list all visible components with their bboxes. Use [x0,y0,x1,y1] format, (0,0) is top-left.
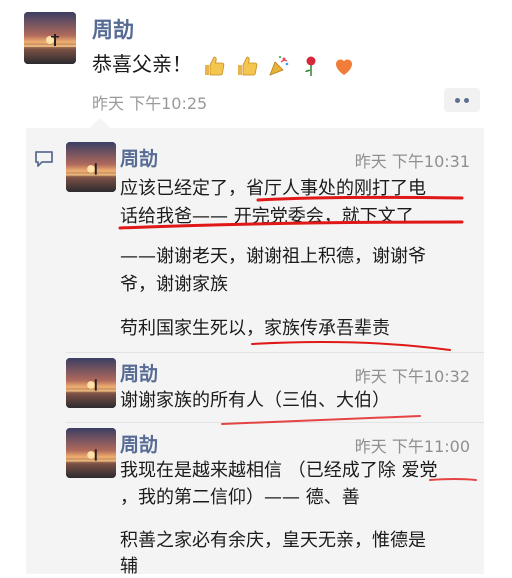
divider [66,422,484,423]
comment-text-line: 积善之家必有余庆，皇天无亲，惟德是 [120,530,426,551]
comment-author-name[interactable]: 周劼 [120,144,158,171]
sunset-avatar-image [66,428,116,478]
avatar[interactable] [66,358,116,408]
post-author-name[interactable]: 周劼 [92,14,134,44]
post-content: 恭喜父亲！ [92,48,358,78]
dot-icon [464,97,469,103]
divider [66,352,484,353]
post-timestamp: 昨天 下午10:25 [92,94,208,113]
thumbs-up-icon [237,56,257,76]
avatar[interactable] [24,12,76,64]
comment-text-line: 话给我爸—— 开完党委会，就下文了 [120,206,414,227]
comment-text-line: 爷，谢谢家族 [120,274,228,295]
sunset-avatar-image [66,358,116,408]
comment-timestamp: 昨天 下午10:32 [354,367,470,386]
emoji-row [202,53,357,79]
comment-timestamp: 昨天 下午11:00 [354,437,470,456]
comment-text-line: 我现在是越来越相信 （已经成了除 爱党 [120,460,438,481]
comment-text-line: ，我的第二信仰）—— 德、善 [120,487,360,508]
party-popper-icon [269,56,289,76]
dot-icon [455,97,460,103]
comments-panel: 周劼 昨天 下午10:31 应该已经定了，省厅人事处的刚打了电 话给我爸—— 开… [26,118,484,577]
post-text: 恭喜父亲！ [92,52,192,76]
comment-bubble-icon [35,151,53,167]
more-actions-button[interactable] [444,88,480,112]
moments-post: 周劼 恭喜父亲！ 昨天 下午10:25 周劼 昨天 下午10:31 应该已经定了… [0,0,512,577]
comment-text-line: 应该已经定了，省厅人事处的刚打了电 [120,178,426,199]
comment-timestamp: 昨天 下午10:31 [354,152,470,171]
comment-author-name[interactable]: 周劼 [120,359,158,386]
comment-text-line: ——谢谢老天，谢谢祖上积德，谢谢爷 [120,246,426,267]
comment-text-line: 苟利国家生死以，家族传承吾辈责 [120,318,390,339]
avatar[interactable] [66,142,116,192]
avatar[interactable] [66,428,116,478]
thumbs-up-icon [205,56,225,76]
comment-text-line: 谢谢家族的所有人（三伯、大伯） [120,390,390,411]
comment-author-name[interactable]: 周劼 [120,430,158,457]
rose-icon [305,56,316,77]
heart-icon [335,59,352,76]
sunset-avatar-image [24,12,76,64]
sunset-avatar-image [66,142,116,192]
comment-text-line: 辅 [120,556,138,577]
